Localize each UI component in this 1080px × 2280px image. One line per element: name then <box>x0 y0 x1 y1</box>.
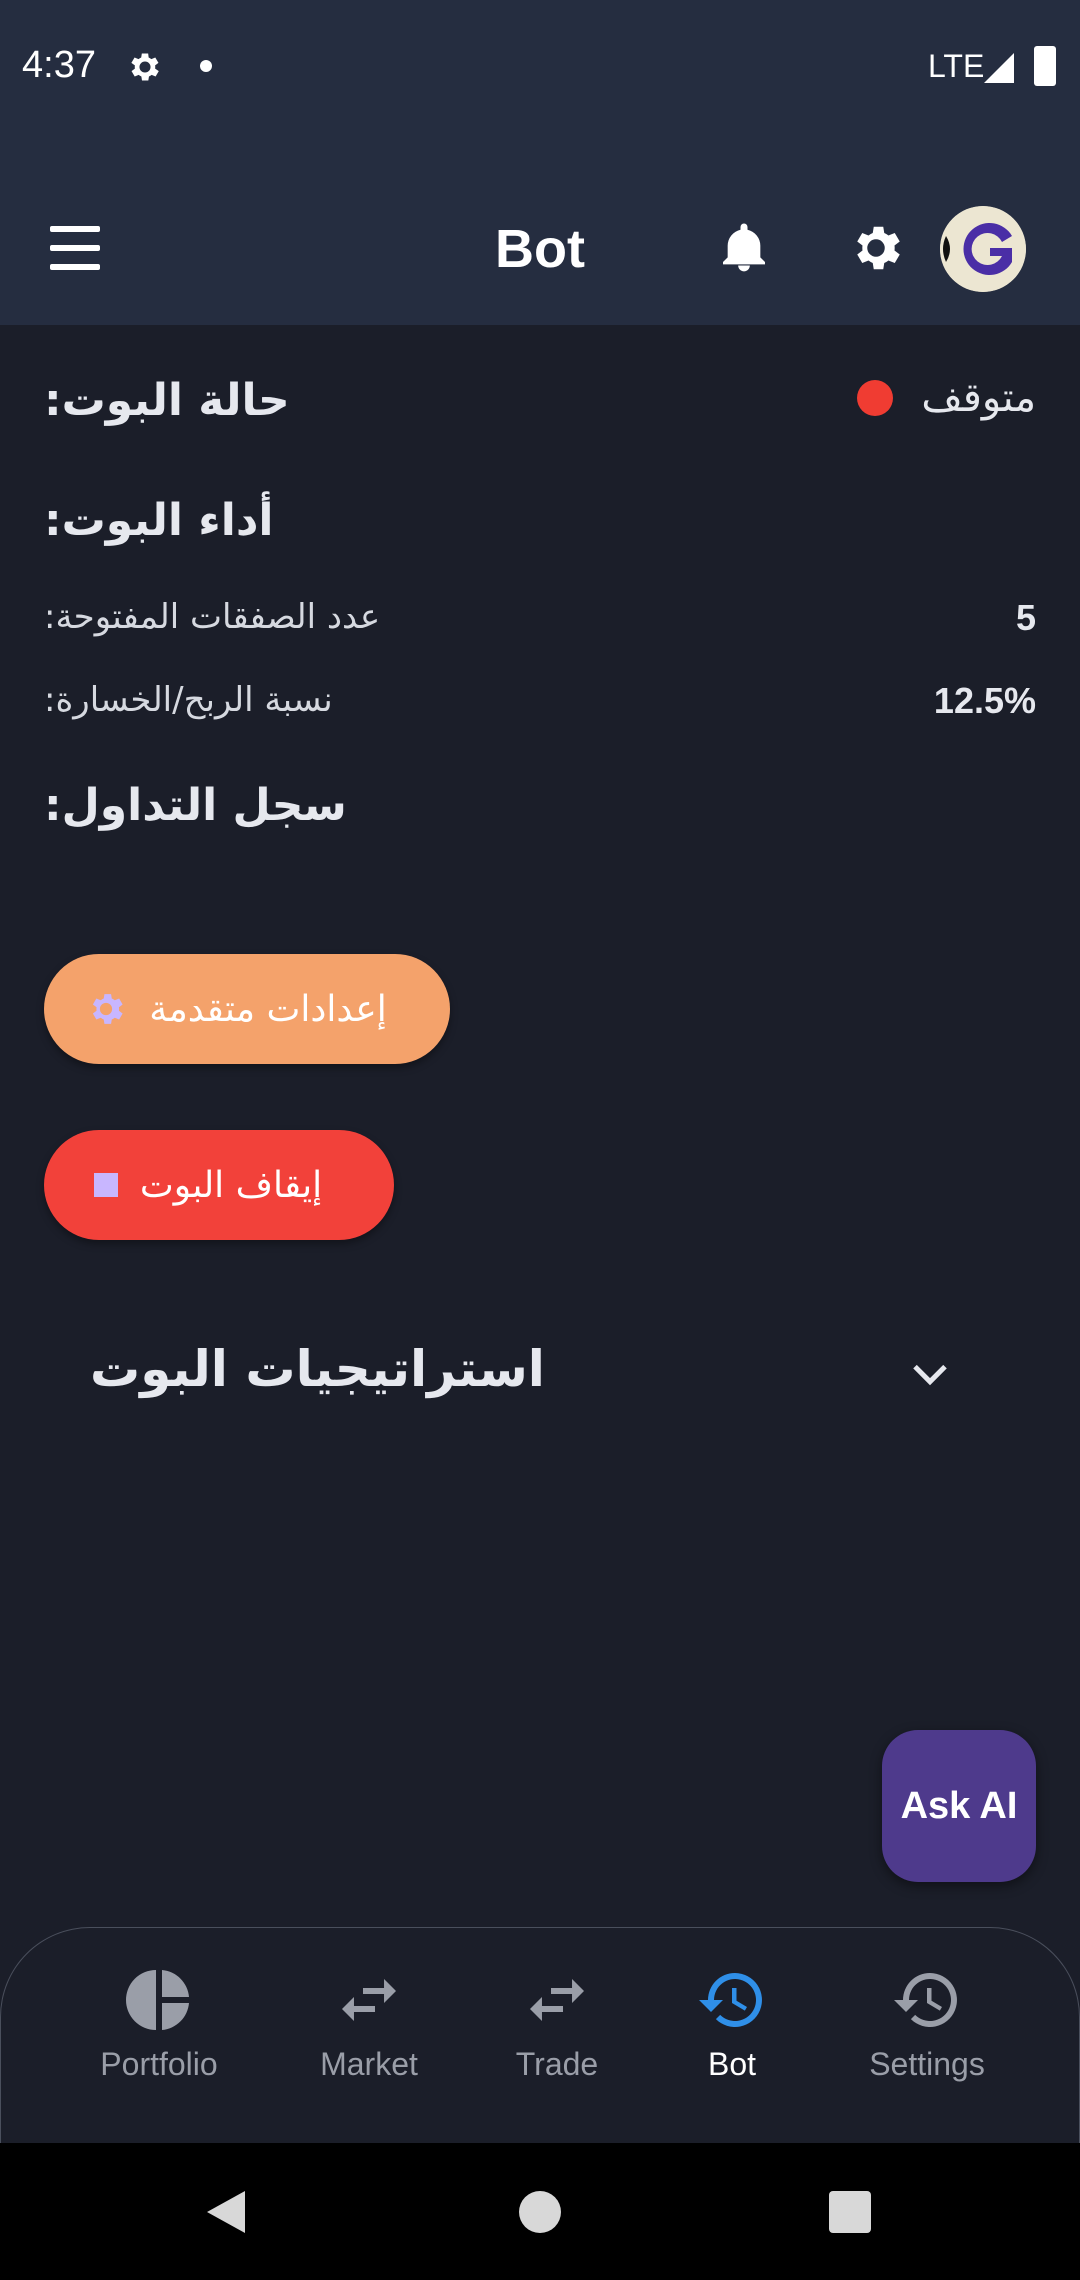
history-icon <box>699 1973 762 2027</box>
nav-label: Trade <box>515 2046 599 2082</box>
advanced-settings-button[interactable]: إعدادات متقدمة <box>44 954 450 1064</box>
gear-icon <box>93 994 123 1024</box>
metric-row-profit-loss: نسبة الربح/الخسارة: 12.5% <box>44 680 1036 724</box>
recent-apps-icon[interactable] <box>829 2191 871 2233</box>
bot-strategies-expander[interactable]: استراتيجيات البوت <box>90 1330 990 1420</box>
home-icon[interactable] <box>519 2191 561 2233</box>
nav-label: Settings <box>869 2046 985 2082</box>
trade-log-title: سجل التداول: <box>44 780 347 831</box>
pie-chart-icon <box>126 1970 189 2030</box>
nav-item-portfolio[interactable]: Portfolio <box>69 1964 249 2114</box>
status-bar: 4:37 LTE <box>0 0 1080 140</box>
network-type: LTE <box>928 48 985 84</box>
page-title: Bot <box>495 219 585 279</box>
swap-arrows-icon <box>530 1979 584 2021</box>
nav-item-trade[interactable]: Trade <box>467 1964 647 2114</box>
battery-icon <box>1034 46 1056 86</box>
swap-arrows-icon <box>342 1979 396 2021</box>
back-icon[interactable] <box>205 2189 247 2235</box>
settings-gear-icon[interactable] <box>846 218 906 278</box>
bot-status-row: متوقف حالة البوت: <box>44 375 1036 435</box>
metric-label: عدد الصفقات المفتوحة: <box>44 597 381 637</box>
nav-label: Bot <box>707 2046 757 2082</box>
bot-status-value: متوقف <box>857 375 1036 421</box>
nav-item-settings[interactable]: Settings <box>837 1964 1017 2114</box>
strategies-title: استراتيجيات البوت <box>90 1340 545 1398</box>
status-indicator-icon <box>857 380 894 416</box>
nav-item-bot[interactable]: Bot <box>642 1964 822 2114</box>
ask-ai-button[interactable]: Ask AI <box>882 1730 1036 1882</box>
metric-value: 5 <box>1015 597 1036 638</box>
stop-bot-button[interactable]: إيقاف البوت <box>44 1130 394 1240</box>
metric-row-open-trades: عدد الصفقات المفتوحة: 5 <box>44 597 1036 641</box>
status-time: 4:37 <box>22 44 96 86</box>
avatar-logo-icon <box>940 206 1026 292</box>
signal-icon <box>984 53 1014 83</box>
metric-label: نسبة الربح/الخسارة: <box>44 680 333 720</box>
avatar[interactable] <box>940 206 1026 292</box>
settings-status-icon <box>131 53 159 81</box>
bottom-navigation: Portfolio Market Trade Bot Settings <box>0 1927 1080 2144</box>
notifications-bell-icon[interactable] <box>716 218 772 278</box>
notification-dot-icon <box>200 60 212 72</box>
nav-item-market[interactable]: Market <box>279 1964 459 2114</box>
metric-value: 12.5% <box>933 680 1036 721</box>
chevron-down-icon <box>913 1364 947 1386</box>
bot-status-text: متوقف <box>921 375 1036 421</box>
stop-bot-label: إيقاف البوت <box>139 1164 323 1206</box>
nav-label: Market <box>320 2046 418 2082</box>
bot-status-label: حالة البوت: <box>44 375 290 426</box>
nav-label: Portfolio <box>100 2046 218 2082</box>
history-icon <box>894 1973 957 2027</box>
stop-icon <box>93 1173 118 1197</box>
system-navigation-bar <box>0 2143 1080 2280</box>
advanced-settings-label: إعدادات متقدمة <box>149 988 387 1030</box>
app-bar: Bot <box>0 140 1080 325</box>
performance-title: أداء البوت: <box>44 495 274 546</box>
